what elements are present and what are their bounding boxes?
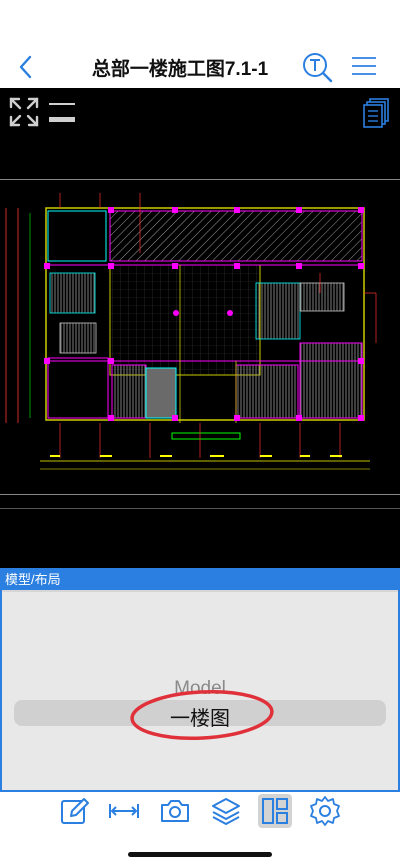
expand-arrows-icon[interactable] (8, 96, 40, 128)
text-search-icon[interactable] (300, 50, 334, 84)
panel-title: 模型/布局 (2, 570, 398, 590)
drawing-frame-line (0, 508, 400, 509)
layout-icon[interactable] (258, 794, 292, 828)
drawing-canvas[interactable] (0, 88, 400, 568)
annotation-circle (130, 689, 274, 741)
floor-plan-drawing[interactable] (0, 193, 400, 493)
hamburger-menu-icon[interactable] (350, 54, 378, 78)
measure-icon[interactable] (107, 794, 141, 828)
chevron-left-icon[interactable] (14, 52, 38, 82)
home-indicator (128, 852, 272, 857)
bottom-toolbar (0, 792, 400, 832)
layout-picker[interactable]: Model 一楼图 (2, 592, 398, 790)
model-layout-panel: 模型/布局 Model 一楼图 (0, 568, 400, 792)
camera-icon[interactable] (158, 794, 192, 828)
settings-icon[interactable] (308, 794, 342, 828)
nav-bar: 总部一楼施工图7.1-1 (0, 0, 400, 88)
drawing-frame-bottom (0, 494, 400, 495)
document-stack-icon[interactable] (362, 98, 390, 128)
layers-icon[interactable] (209, 794, 243, 828)
drawing-frame-top (0, 179, 400, 180)
annotate-icon[interactable] (58, 794, 92, 828)
page-title: 总部一楼施工图7.1-1 (91, 59, 269, 80)
line-weight-icon[interactable] (48, 100, 76, 126)
